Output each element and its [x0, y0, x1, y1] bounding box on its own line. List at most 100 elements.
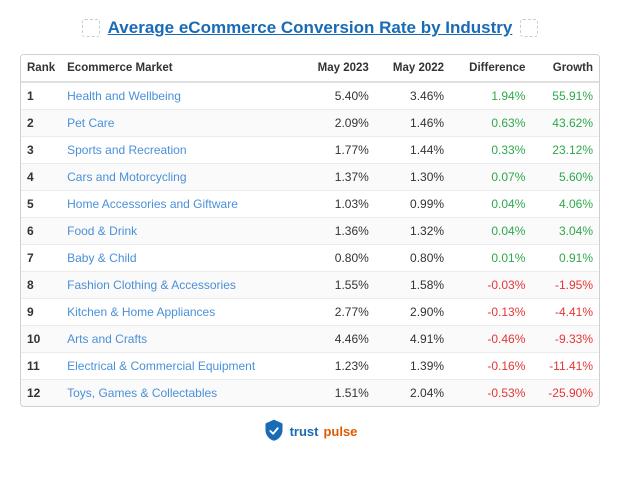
- cell-may2022: 3.46%: [375, 82, 450, 110]
- cell-difference: 0.63%: [450, 110, 531, 137]
- table-row: 1 Health and Wellbeing 5.40% 3.46% 1.94%…: [21, 82, 599, 110]
- col-rank: Rank: [21, 55, 61, 82]
- cell-market: Pet Care: [61, 110, 299, 137]
- cell-may2023: 5.40%: [300, 82, 375, 110]
- table-body: 1 Health and Wellbeing 5.40% 3.46% 1.94%…: [21, 82, 599, 406]
- cell-market: Electrical & Commercial Equipment: [61, 353, 299, 380]
- cell-difference: 0.07%: [450, 164, 531, 191]
- cell-growth: 23.12%: [531, 137, 599, 164]
- cell-growth: -9.33%: [531, 326, 599, 353]
- cell-growth: 5.60%: [531, 164, 599, 191]
- cell-growth: 55.91%: [531, 82, 599, 110]
- cell-rank: 6: [21, 218, 61, 245]
- cell-market: Fashion Clothing & Accessories: [61, 272, 299, 299]
- cell-rank: 10: [21, 326, 61, 353]
- footer: trust pulse: [263, 419, 358, 443]
- table-row: 10 Arts and Crafts 4.46% 4.91% -0.46% -9…: [21, 326, 599, 353]
- cell-market: Kitchen & Home Appliances: [61, 299, 299, 326]
- table-row: 2 Pet Care 2.09% 1.46% 0.63% 43.62%: [21, 110, 599, 137]
- cell-market: Food & Drink: [61, 218, 299, 245]
- cell-market: Cars and Motorcycling: [61, 164, 299, 191]
- cell-difference: 0.33%: [450, 137, 531, 164]
- cell-difference: -0.46%: [450, 326, 531, 353]
- trustpulse-shield-icon: [263, 419, 285, 443]
- cell-growth: -25.90%: [531, 380, 599, 407]
- cell-rank: 4: [21, 164, 61, 191]
- cell-growth: 0.91%: [531, 245, 599, 272]
- cell-may2023: 1.36%: [300, 218, 375, 245]
- table-row: 12 Toys, Games & Collectables 1.51% 2.04…: [21, 380, 599, 407]
- cell-may2023: 0.80%: [300, 245, 375, 272]
- cell-may2023: 2.09%: [300, 110, 375, 137]
- data-table-wrapper: Rank Ecommerce Market May 2023 May 2022 …: [20, 54, 600, 407]
- cell-rank: 1: [21, 82, 61, 110]
- col-may2023: May 2023: [300, 55, 375, 82]
- table-row: 6 Food & Drink 1.36% 1.32% 0.04% 3.04%: [21, 218, 599, 245]
- cell-difference: 0.04%: [450, 218, 531, 245]
- cell-market: Health and Wellbeing: [61, 82, 299, 110]
- cell-may2022: 2.04%: [375, 380, 450, 407]
- cell-market: Baby & Child: [61, 245, 299, 272]
- cell-market: Sports and Recreation: [61, 137, 299, 164]
- cell-growth: -1.95%: [531, 272, 599, 299]
- cell-may2022: 1.30%: [375, 164, 450, 191]
- brand-trust: trust: [290, 424, 319, 439]
- cell-may2023: 4.46%: [300, 326, 375, 353]
- cell-rank: 9: [21, 299, 61, 326]
- table-row: 9 Kitchen & Home Appliances 2.77% 2.90% …: [21, 299, 599, 326]
- cell-may2023: 1.03%: [300, 191, 375, 218]
- trustpulse-logo: trust pulse: [263, 419, 358, 443]
- table-row: 4 Cars and Motorcycling 1.37% 1.30% 0.07…: [21, 164, 599, 191]
- table-row: 5 Home Accessories and Giftware 1.03% 0.…: [21, 191, 599, 218]
- cell-may2023: 1.51%: [300, 380, 375, 407]
- cell-market: Toys, Games & Collectables: [61, 380, 299, 407]
- cell-may2023: 2.77%: [300, 299, 375, 326]
- cell-difference: -0.13%: [450, 299, 531, 326]
- conversion-table: Rank Ecommerce Market May 2023 May 2022 …: [21, 55, 599, 406]
- cell-may2022: 4.91%: [375, 326, 450, 353]
- cell-growth: 3.04%: [531, 218, 599, 245]
- deco-box-left: [82, 19, 100, 37]
- col-market: Ecommerce Market: [61, 55, 299, 82]
- deco-box-right: [520, 19, 538, 37]
- table-row: 7 Baby & Child 0.80% 0.80% 0.01% 0.91%: [21, 245, 599, 272]
- cell-difference: -0.03%: [450, 272, 531, 299]
- cell-difference: 0.01%: [450, 245, 531, 272]
- cell-difference: -0.16%: [450, 353, 531, 380]
- col-difference: Difference: [450, 55, 531, 82]
- cell-may2022: 1.58%: [375, 272, 450, 299]
- col-may2022: May 2022: [375, 55, 450, 82]
- cell-rank: 2: [21, 110, 61, 137]
- cell-may2023: 1.55%: [300, 272, 375, 299]
- cell-may2022: 1.44%: [375, 137, 450, 164]
- cell-growth: -11.41%: [531, 353, 599, 380]
- title-area: Average eCommerce Conversion Rate by Ind…: [20, 18, 600, 38]
- cell-difference: -0.53%: [450, 380, 531, 407]
- cell-market: Arts and Crafts: [61, 326, 299, 353]
- cell-rank: 7: [21, 245, 61, 272]
- cell-growth: 4.06%: [531, 191, 599, 218]
- cell-rank: 8: [21, 272, 61, 299]
- cell-may2022: 1.46%: [375, 110, 450, 137]
- table-row: 11 Electrical & Commercial Equipment 1.2…: [21, 353, 599, 380]
- table-header-row: Rank Ecommerce Market May 2023 May 2022 …: [21, 55, 599, 82]
- cell-growth: 43.62%: [531, 110, 599, 137]
- cell-may2022: 0.80%: [375, 245, 450, 272]
- cell-may2022: 1.32%: [375, 218, 450, 245]
- cell-growth: -4.41%: [531, 299, 599, 326]
- cell-may2023: 1.77%: [300, 137, 375, 164]
- cell-rank: 5: [21, 191, 61, 218]
- cell-may2022: 1.39%: [375, 353, 450, 380]
- col-growth: Growth: [531, 55, 599, 82]
- cell-may2023: 1.23%: [300, 353, 375, 380]
- table-row: 8 Fashion Clothing & Accessories 1.55% 1…: [21, 272, 599, 299]
- brand-pulse: pulse: [323, 424, 357, 439]
- table-row: 3 Sports and Recreation 1.77% 1.44% 0.33…: [21, 137, 599, 164]
- cell-may2022: 0.99%: [375, 191, 450, 218]
- cell-rank: 12: [21, 380, 61, 407]
- cell-rank: 11: [21, 353, 61, 380]
- cell-may2023: 1.37%: [300, 164, 375, 191]
- cell-difference: 0.04%: [450, 191, 531, 218]
- cell-may2022: 2.90%: [375, 299, 450, 326]
- cell-rank: 3: [21, 137, 61, 164]
